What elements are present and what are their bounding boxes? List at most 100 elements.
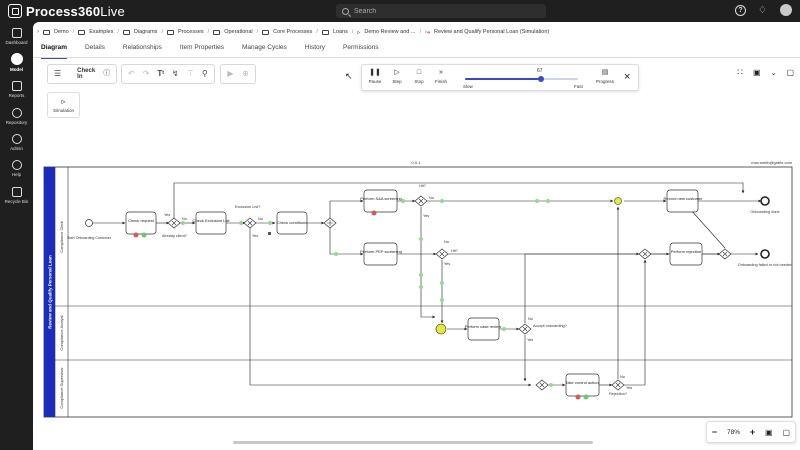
merge-token — [614, 197, 622, 205]
fit-screen-icon[interactable]: ▣ — [765, 428, 773, 437]
svg-text:Yes: Yes — [527, 338, 533, 342]
task-pep-screening[interactable] — [363, 242, 398, 266]
format-painter-icon[interactable]: ⊤ — [187, 70, 194, 78]
task-check-request[interactable] — [125, 211, 157, 235]
speed-value: 67 — [537, 68, 543, 74]
app-logo[interactable]: Process360Live — [8, 3, 125, 19]
breadcrumb-item[interactable]: Loans — [333, 29, 348, 35]
speed-slider-thumb[interactable] — [537, 75, 544, 82]
nav-recycle-bin[interactable]: Recycle Bin — [0, 187, 33, 211]
task-perform-rejection[interactable] — [669, 242, 703, 266]
reports-icon — [11, 81, 22, 91]
nav-model[interactable]: Model — [0, 53, 33, 77]
diagram-canvas[interactable]: ☰ Check In ⓘ ↶ ↷ Tᵗ ↯ ⊤ ⚲ ▶ ⊕ ↖ ▹ Simula… — [43, 59, 800, 450]
edit-toolbar: ↶ ↷ Tᵗ ↯ ⊤ ⚲ — [121, 64, 215, 84]
breadcrumb-item[interactable]: Examples — [89, 29, 113, 35]
target-icon[interactable]: ⊕ — [242, 70, 249, 78]
play-icon[interactable]: ▶ — [227, 70, 234, 78]
zoom-in-icon[interactable]: + — [750, 427, 755, 437]
breadcrumb-item[interactable]: Demo — [54, 29, 69, 35]
task-case-review[interactable] — [467, 317, 500, 341]
global-search[interactable] — [336, 4, 546, 18]
pause-button[interactable]: ❚❚ Pause — [364, 69, 386, 84]
chevron-right-icon[interactable]: › — [37, 29, 39, 35]
end-event-done[interactable] — [760, 196, 770, 206]
progress-button[interactable]: ▤ Progress — [594, 69, 616, 84]
svg-text:Yes: Yes — [626, 386, 632, 390]
svg-text:Perform S&A screening: Perform S&A screening — [360, 196, 402, 201]
help-icon[interactable]: ? — [735, 4, 746, 16]
nav-dashboard[interactable]: Dashboard — [0, 28, 33, 52]
fullscreen-icon[interactable]: ▢ — [782, 428, 790, 437]
main-panel: › Demo / Examples / Diagrams / Processes / O… — [33, 22, 800, 450]
svg-text:Perform rejection: Perform rejection — [671, 249, 701, 254]
info-icon[interactable]: ⓘ — [103, 70, 110, 78]
end-event-failed[interactable] — [760, 249, 770, 259]
zoom-level: 78% — [727, 428, 741, 436]
task-check-exclusion[interactable] — [195, 211, 227, 235]
close-icon[interactable]: × — [624, 71, 630, 83]
redo-icon[interactable]: ↷ — [143, 70, 150, 78]
document-icon[interactable]: ▣ — [753, 68, 761, 77]
token-counter — [141, 232, 147, 238]
logo-icon — [8, 4, 22, 18]
avatar[interactable] — [780, 4, 792, 16]
svg-text:Record new customer: Record new customer — [664, 196, 704, 201]
breadcrumb-item[interactable]: Processes — [178, 29, 204, 35]
breadcrumb-item[interactable]: Core Processes — [273, 29, 312, 35]
zoom-search-icon[interactable]: ⚲ — [202, 70, 208, 78]
diagram-icon: ▹ — [357, 29, 361, 36]
step-button[interactable]: ▷ Step — [386, 69, 408, 84]
speed-slider[interactable] — [465, 75, 578, 82]
diagram-version: 0.0.1 — [412, 160, 422, 165]
left-nav: Dashboard Model Reports Repository Admin… — [0, 22, 33, 450]
chevron-down-icon[interactable]: ⌄ — [771, 69, 777, 77]
zoom-out-icon[interactable]: − — [712, 427, 717, 437]
grid-icon[interactable]: ∷ — [737, 67, 743, 78]
folder-icon — [321, 29, 329, 35]
fullscreen-icon[interactable]: ▢ — [786, 68, 794, 77]
task-control-action[interactable] — [565, 373, 600, 397]
process-icon: ↝ — [424, 29, 430, 36]
notification-bell-icon[interactable]: ♢ — [758, 5, 768, 16]
task-record-customer[interactable] — [666, 189, 699, 213]
svg-text:No: No — [258, 217, 263, 221]
text-format-icon[interactable]: Tᵗ — [157, 70, 164, 78]
lane-label: Compliance Clerk — [59, 221, 64, 253]
svg-text:Yes: Yes — [423, 214, 429, 218]
mouse-cursor-icon: ↖ — [345, 71, 353, 81]
connector-icon[interactable]: ↯ — [172, 70, 179, 78]
undo-icon[interactable]: ↶ — [128, 70, 135, 78]
svg-text:Already client?: Already client? — [162, 234, 187, 238]
breadcrumb-item[interactable]: Diagrams — [134, 29, 158, 35]
breadcrumb-item[interactable]: Demo Review and ... — [364, 29, 415, 35]
folder-icon — [122, 29, 130, 35]
start-event[interactable] — [85, 219, 93, 227]
start-event-label: Start Onboarding Customer — [67, 236, 112, 240]
menu-icon[interactable]: ☰ — [54, 70, 61, 78]
folder-icon — [213, 29, 221, 35]
stop-button[interactable]: □ Stop — [408, 69, 430, 84]
breadcrumb-item[interactable]: Operational — [224, 29, 252, 35]
nav-help[interactable]: Help — [0, 160, 33, 184]
nav-reports[interactable]: Reports — [0, 81, 33, 105]
svg-text:Take control action: Take control action — [565, 380, 598, 385]
simulation-button[interactable]: ▹ Simulation — [47, 92, 80, 118]
folder-icon — [166, 29, 174, 35]
horizontal-scrollbar[interactable] — [233, 441, 593, 444]
merge-token — [435, 323, 447, 335]
check-in-button[interactable]: Check In — [77, 68, 95, 80]
top-bar: Process360Live ? ♢ — [0, 0, 800, 22]
svg-text:No: No — [429, 196, 434, 200]
task-sanctions-screening[interactable] — [363, 189, 398, 213]
search-input[interactable] — [354, 7, 534, 15]
nav-repository[interactable]: Repository — [0, 108, 33, 132]
folder-icon — [262, 29, 270, 35]
finish-button[interactable]: » Finish — [430, 69, 452, 84]
nav-admin[interactable]: Admin — [0, 134, 33, 158]
token-counter — [583, 394, 589, 400]
stop-icon: □ — [416, 69, 422, 76]
bpmn-diagram[interactable]: 0.0.1 max.smith@grafix.com Review and Qu… — [43, 155, 800, 450]
svg-text:Hit?: Hit? — [419, 184, 426, 188]
play-toolbar: ▶ ⊕ — [220, 64, 256, 84]
